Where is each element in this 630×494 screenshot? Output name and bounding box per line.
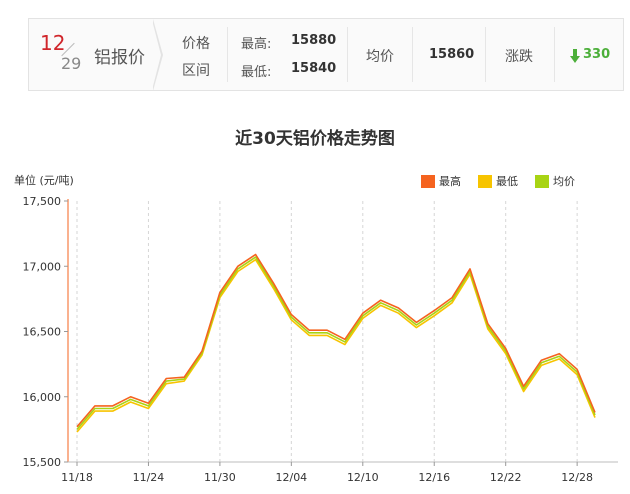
- x-tick-label-3: 12/04: [275, 471, 307, 484]
- series-line-low: [76, 258, 596, 433]
- x-tick-label-4: 12/10: [347, 471, 379, 484]
- x-tick-label-2: 11/30: [204, 471, 236, 484]
- y-tick-label-4: 17,500: [23, 195, 62, 208]
- y-tick-label-2: 16,500: [23, 326, 62, 339]
- x-tick-label-6: 12/22: [490, 471, 522, 484]
- series-line-avg: [76, 256, 596, 430]
- line-chart: 15,500 16,000 16,500 17,000 17,500 11/18 11/24…: [23, 195, 618, 484]
- x-tick-label-0: 11/18: [61, 471, 93, 484]
- y-tick-label-1: 16,000: [23, 391, 62, 404]
- x-tick-label-5: 12/16: [418, 471, 450, 484]
- y-tick-label-0: 15,500: [23, 456, 62, 469]
- x-tick-label-1: 11/24: [133, 471, 165, 484]
- x-tick-label-7: 12/28: [561, 471, 593, 484]
- y-tick-label-3: 17,000: [23, 260, 62, 273]
